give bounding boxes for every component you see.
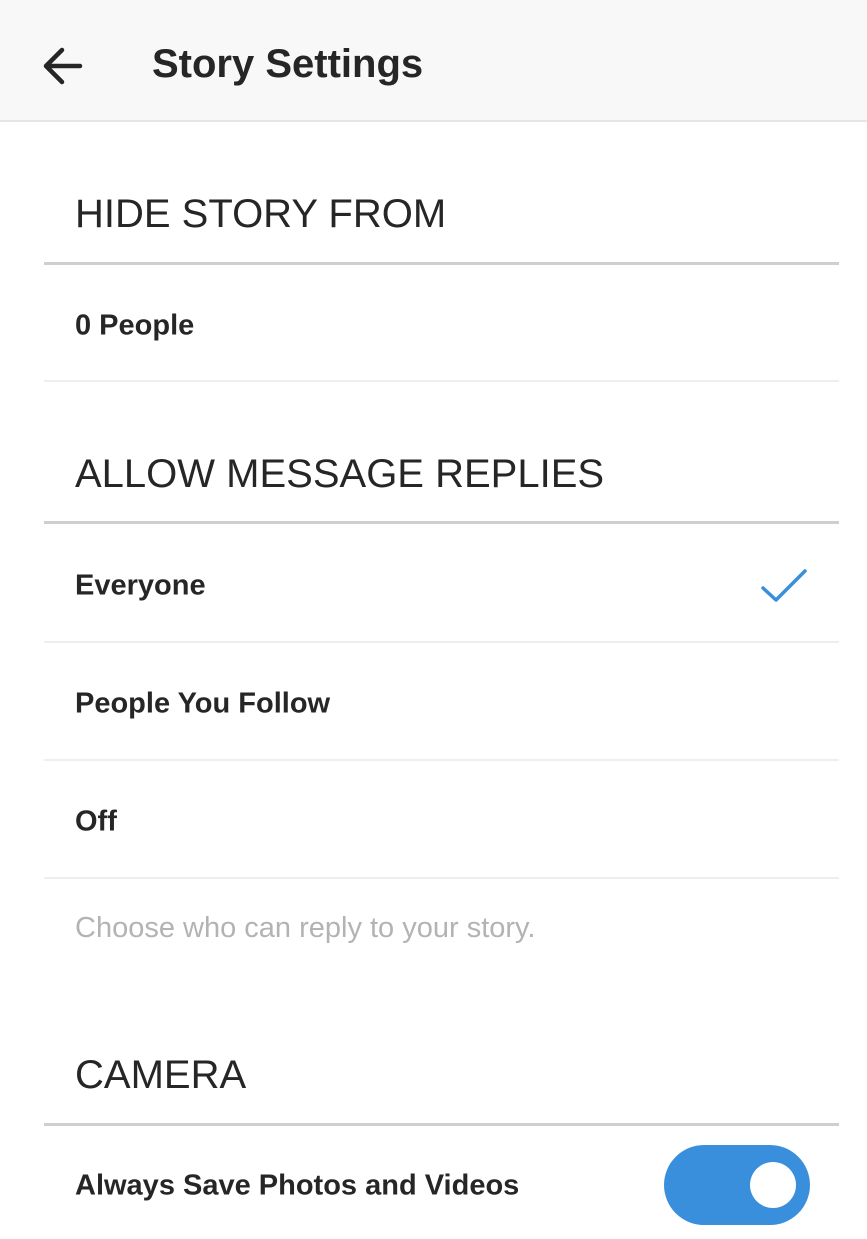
section-heading-message-replies: ALLOW MESSAGE REPLIES bbox=[75, 452, 605, 496]
divider bbox=[44, 877, 839, 879]
reply-hint-text: Choose who can reply to your story. bbox=[75, 912, 536, 944]
divider bbox=[44, 1123, 839, 1126]
divider bbox=[44, 262, 839, 265]
section-heading-hide-story: HIDE STORY FROM bbox=[75, 192, 447, 236]
reply-option-off[interactable]: Off bbox=[44, 772, 839, 872]
divider bbox=[44, 521, 839, 524]
arrow-left-icon bbox=[43, 47, 83, 85]
checkmark-icon bbox=[761, 569, 807, 602]
always-save-label: Always Save Photos and Videos bbox=[75, 1169, 520, 1202]
page-title: Story Settings bbox=[152, 42, 424, 86]
divider bbox=[44, 641, 839, 643]
back-button[interactable] bbox=[36, 38, 92, 94]
divider bbox=[44, 759, 839, 761]
reply-option-label: People You Follow bbox=[75, 687, 331, 720]
divider bbox=[44, 380, 839, 382]
hide-story-people-label: 0 People bbox=[75, 309, 195, 342]
reply-option-everyone[interactable]: Everyone bbox=[44, 536, 839, 636]
hide-story-people-row[interactable]: 0 People bbox=[44, 276, 839, 376]
section-heading-camera: CAMERA bbox=[75, 1053, 247, 1097]
reply-option-people-you-follow[interactable]: People You Follow bbox=[44, 654, 839, 754]
top-bar: Story Settings bbox=[0, 0, 867, 122]
reply-option-label: Off bbox=[75, 805, 117, 838]
toggle-knob bbox=[750, 1162, 796, 1208]
reply-option-label: Everyone bbox=[75, 569, 206, 602]
always-save-toggle[interactable] bbox=[664, 1145, 810, 1225]
